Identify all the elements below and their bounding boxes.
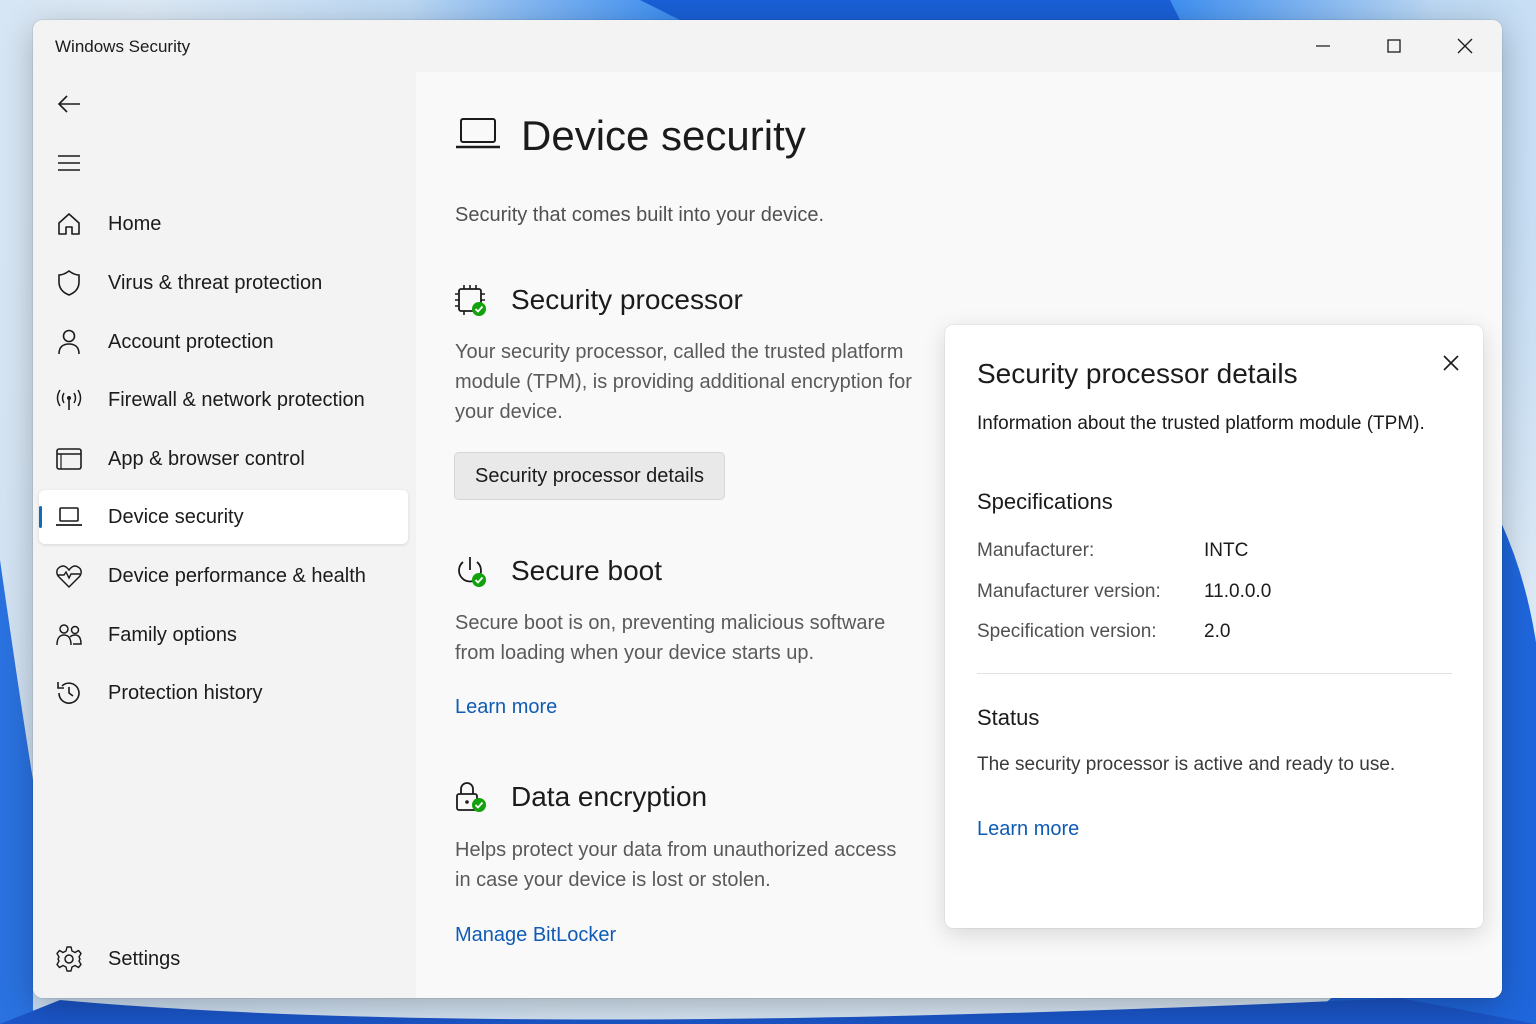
sidebar-item-device-security[interactable]: Device security [39, 490, 408, 544]
spec-key: Manufacturer: [977, 540, 1095, 561]
sidebar-item-label: Device security [108, 505, 244, 528]
history-icon [39, 679, 99, 707]
laptop-icon [455, 117, 501, 156]
sidebar-item-account[interactable]: Account protection [39, 315, 408, 369]
sidebar-item-virus-threat[interactable]: Virus & threat protection [39, 256, 408, 310]
sidebar-item-label: Protection history [108, 681, 263, 704]
person-icon [39, 328, 99, 356]
section-title-security-processor: Security processor [511, 284, 743, 315]
window-title: Windows Security [55, 37, 191, 56]
close-button[interactable] [1435, 28, 1495, 64]
sidebar-item-history[interactable]: Protection history [39, 666, 408, 720]
section-title-data-encryption: Data encryption [511, 781, 708, 812]
panel-learn-more-link[interactable]: Learn more [977, 818, 1079, 841]
laptop-icon [39, 506, 99, 528]
sidebar-item-label: Virus & threat protection [108, 271, 323, 294]
security-processor-details-button[interactable]: Security processor details [454, 452, 725, 500]
title-bar: Windows Security [33, 20, 1502, 72]
sidebar-item-label: Family options [108, 623, 237, 646]
minimize-icon [1316, 45, 1330, 47]
wireless-icon [39, 387, 99, 413]
sidebar-item-settings[interactable]: Settings [39, 932, 408, 986]
gear-icon [39, 945, 99, 973]
security-processor-details-panel: Security processor details Information a… [945, 325, 1483, 928]
spec-key: Manufacturer version: [977, 581, 1161, 602]
panel-close-button[interactable] [1433, 345, 1469, 381]
sidebar-item-label: App & browser control [108, 447, 305, 470]
chip-check-icon [454, 284, 488, 323]
sidebar-item-label: Device performance & health [108, 564, 366, 587]
spec-value: 11.0.0.0 [1204, 581, 1272, 602]
maximize-icon [1387, 39, 1401, 53]
status-text: The security processor is active and rea… [977, 754, 1396, 775]
sidebar-item-firewall[interactable]: Firewall & network protection [39, 373, 408, 427]
spec-value: INTC [1204, 540, 1249, 561]
sidebar-item-performance[interactable]: Device performance & health [39, 549, 408, 603]
manage-bitlocker-link[interactable]: Manage BitLocker [455, 924, 616, 947]
family-icon [39, 622, 99, 648]
browser-window-icon [39, 447, 99, 471]
status-heading: Status [977, 705, 1040, 730]
menu-button[interactable] [47, 143, 91, 183]
sidebar: Home Virus & threat protection Account p… [33, 72, 416, 998]
page-title: Device security [521, 112, 806, 159]
section-description: Helps protect your data from unauthorize… [455, 839, 897, 891]
section-title-secure-boot: Secure boot [511, 555, 662, 586]
sidebar-item-label: Firewall & network protection [108, 388, 365, 411]
spec-key: Specification version: [977, 621, 1157, 642]
secure-boot-learn-more-link[interactable]: Learn more [455, 696, 557, 719]
panel-description: Information about the trusted platform m… [977, 413, 1425, 434]
page-subtitle: Security that comes built into your devi… [455, 204, 825, 226]
home-icon [39, 211, 99, 237]
spec-value: 2.0 [1204, 621, 1231, 642]
panel-title: Security processor details [977, 358, 1298, 389]
sidebar-item-label: Account protection [108, 330, 274, 353]
specifications-heading: Specifications [977, 489, 1113, 514]
close-icon [1443, 355, 1459, 371]
section-description: Secure boot is on, preventing malicious … [455, 612, 886, 664]
close-icon [1457, 38, 1473, 54]
sidebar-item-app-browser[interactable]: App & browser control [39, 432, 408, 486]
sidebar-item-label: Home [108, 212, 162, 235]
back-button[interactable] [47, 84, 91, 124]
lock-check-icon [454, 780, 488, 819]
back-arrow-icon [57, 95, 80, 113]
sidebar-item-family[interactable]: Family options [39, 608, 408, 662]
sidebar-item-home[interactable]: Home [39, 197, 408, 251]
sidebar-item-label: Settings [108, 947, 181, 970]
divider [977, 673, 1452, 674]
section-description: Your security processor, called the trus… [455, 341, 912, 423]
heart-pulse-icon [39, 563, 99, 589]
power-check-icon [454, 555, 488, 594]
maximize-button[interactable] [1364, 28, 1424, 64]
minimize-button[interactable] [1293, 28, 1353, 64]
shield-icon [39, 269, 99, 297]
hamburger-menu-icon [58, 155, 80, 171]
